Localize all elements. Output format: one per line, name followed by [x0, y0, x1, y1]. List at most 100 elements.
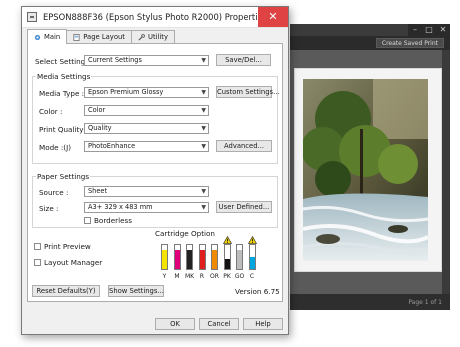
ok-button[interactable]: OK — [155, 318, 195, 330]
source-label: Source : — [39, 188, 69, 197]
select-setting-value: Current Settings — [88, 56, 142, 64]
create-saved-print-button[interactable]: Create Saved Print — [375, 38, 444, 48]
help-button[interactable]: Help — [243, 318, 283, 330]
ink-cartridge-c — [248, 244, 256, 270]
ink-cartridge-or — [211, 244, 218, 270]
tab-main[interactable]: Main — [27, 29, 68, 44]
ink-level-bar — [174, 250, 180, 269]
ink-level-bar — [249, 257, 255, 269]
app-toolbar: Create Saved Print — [290, 36, 450, 50]
reset-defaults-button[interactable]: Reset Defaults(Y) — [32, 285, 100, 297]
print-quality-value: Quality — [88, 124, 112, 132]
chevron-down-icon: ▼ — [201, 107, 206, 114]
warning-icon — [222, 236, 232, 244]
select-setting-dropdown[interactable]: Current Settings ▼ — [84, 55, 209, 66]
tab-main-label: Main — [44, 32, 61, 41]
cartridge-option-title: Cartridge Option — [155, 229, 215, 238]
source-value: Sheet — [88, 187, 108, 195]
paper-preview — [294, 68, 442, 272]
page-layout-tab-icon — [73, 34, 80, 41]
ink-label: GO — [234, 273, 245, 280]
ink-cartridge-y — [161, 244, 168, 270]
print-quality-dropdown[interactable]: Quality ▼ — [84, 123, 209, 134]
color-label: Color : — [39, 107, 63, 116]
show-settings-button[interactable]: Show Settings... — [108, 285, 164, 297]
advanced-button[interactable]: Advanced... — [216, 140, 272, 152]
cartridge-option: Cartridge Option Y M MK R OR PK GO C — [153, 229, 261, 288]
dialog-titlebar[interactable]: EPSON888F36 (Epson Stylus Photo R2000) P… — [22, 7, 288, 28]
print-quality-label: Print Quality : — [39, 125, 89, 134]
chevron-down-icon: ▼ — [201, 89, 206, 96]
custom-settings-button[interactable]: Custom Settings... — [216, 86, 280, 98]
ink-level-bar — [237, 250, 242, 269]
save-del-button[interactable]: Save/Del... — [216, 54, 271, 66]
chevron-down-icon: ▼ — [201, 125, 206, 132]
main-tab-icon — [34, 34, 41, 40]
user-defined-button[interactable]: User Defined... — [216, 201, 272, 213]
ink-label: Y — [162, 273, 167, 280]
utility-tab-icon — [138, 34, 145, 41]
ink-level-bar — [199, 250, 205, 269]
chevron-down-icon: ▼ — [201, 188, 206, 195]
chevron-down-icon: ▼ — [201, 57, 206, 64]
ink-label: MK — [184, 273, 195, 280]
minimize-icon[interactable]: – — [408, 24, 422, 36]
background-app-window: – □ ✕ Create Saved Print Page 1 of 1 — [290, 24, 450, 310]
ink-cartridge-go — [236, 244, 243, 270]
landscape-photo — [303, 79, 428, 261]
tab-page-layout[interactable]: Page Layout — [66, 30, 132, 44]
media-type-dropdown[interactable]: Epson Premium Glossy ▼ — [84, 87, 209, 98]
size-dropdown[interactable]: A3+ 329 x 483 mm ▼ — [84, 202, 209, 213]
ink-cartridge-pk — [223, 244, 231, 270]
ink-label: R — [199, 273, 205, 280]
ink-level-bar — [212, 250, 217, 269]
borderless-label: Borderless — [94, 216, 133, 225]
driver-version: Version 6.75 — [235, 287, 280, 296]
media-type-label: Media Type : — [39, 89, 85, 98]
ink-label: M — [174, 273, 180, 280]
close-button[interactable]: ✕ — [258, 7, 288, 27]
color-value: Color — [88, 106, 106, 114]
tab-utility[interactable]: Utility — [130, 30, 175, 44]
layout-manager-label: Layout Manager — [44, 258, 103, 267]
chevron-down-icon: ▼ — [201, 204, 206, 211]
cancel-button[interactable]: Cancel — [199, 318, 239, 330]
maximize-icon[interactable]: □ — [422, 24, 436, 36]
mode-label: Mode :(J) — [39, 143, 72, 152]
media-type-value: Epson Premium Glossy — [88, 88, 164, 96]
page-indicator: Page 1 of 1 — [408, 299, 442, 306]
size-value: A3+ 329 x 483 mm — [88, 203, 153, 211]
window-controls: – □ ✕ — [408, 24, 450, 36]
print-preview-label: Print Preview — [44, 242, 91, 251]
ink-cartridge-m — [173, 244, 181, 270]
ink-level-bar — [224, 259, 230, 269]
source-dropdown[interactable]: Sheet ▼ — [84, 186, 209, 197]
ink-cartridge-mk — [186, 244, 193, 270]
paper-settings-title: Paper Settings — [36, 172, 91, 181]
dialog-title: EPSON888F36 (Epson Stylus Photo R2000) P… — [42, 12, 268, 22]
side-strip — [442, 50, 450, 294]
mode-value: PhotoEnhance — [88, 142, 136, 150]
color-dropdown[interactable]: Color ▼ — [84, 105, 209, 116]
app-footer: Page 1 of 1 — [290, 294, 450, 310]
printer-properties-dialog: EPSON888F36 (Epson Stylus Photo R2000) P… — [21, 6, 289, 335]
print-preview-checkbox[interactable] — [34, 243, 41, 250]
size-label: Size : — [39, 204, 59, 213]
ink-label: C — [249, 273, 255, 280]
warning-icon — [247, 236, 257, 244]
ink-cartridge-r — [198, 244, 206, 270]
borderless-checkbox[interactable] — [84, 217, 91, 224]
ink-label: OR — [210, 273, 219, 280]
print-preview-area — [290, 50, 450, 294]
mode-dropdown[interactable]: PhotoEnhance ▼ — [84, 141, 209, 152]
chevron-down-icon: ▼ — [201, 143, 206, 150]
ink-label: PK — [223, 273, 231, 280]
main-tab-panel: Select Setting : Current Settings ▼ Save… — [27, 43, 283, 302]
ink-level-bar — [162, 250, 167, 269]
close-icon[interactable]: ✕ — [436, 24, 450, 36]
media-settings-title: Media Settings — [36, 72, 92, 81]
tab-bar: Main Page Layout Utility — [27, 29, 175, 44]
ink-level-bar — [187, 250, 192, 269]
select-setting-label: Select Setting : — [35, 57, 90, 66]
layout-manager-checkbox[interactable] — [34, 259, 41, 266]
